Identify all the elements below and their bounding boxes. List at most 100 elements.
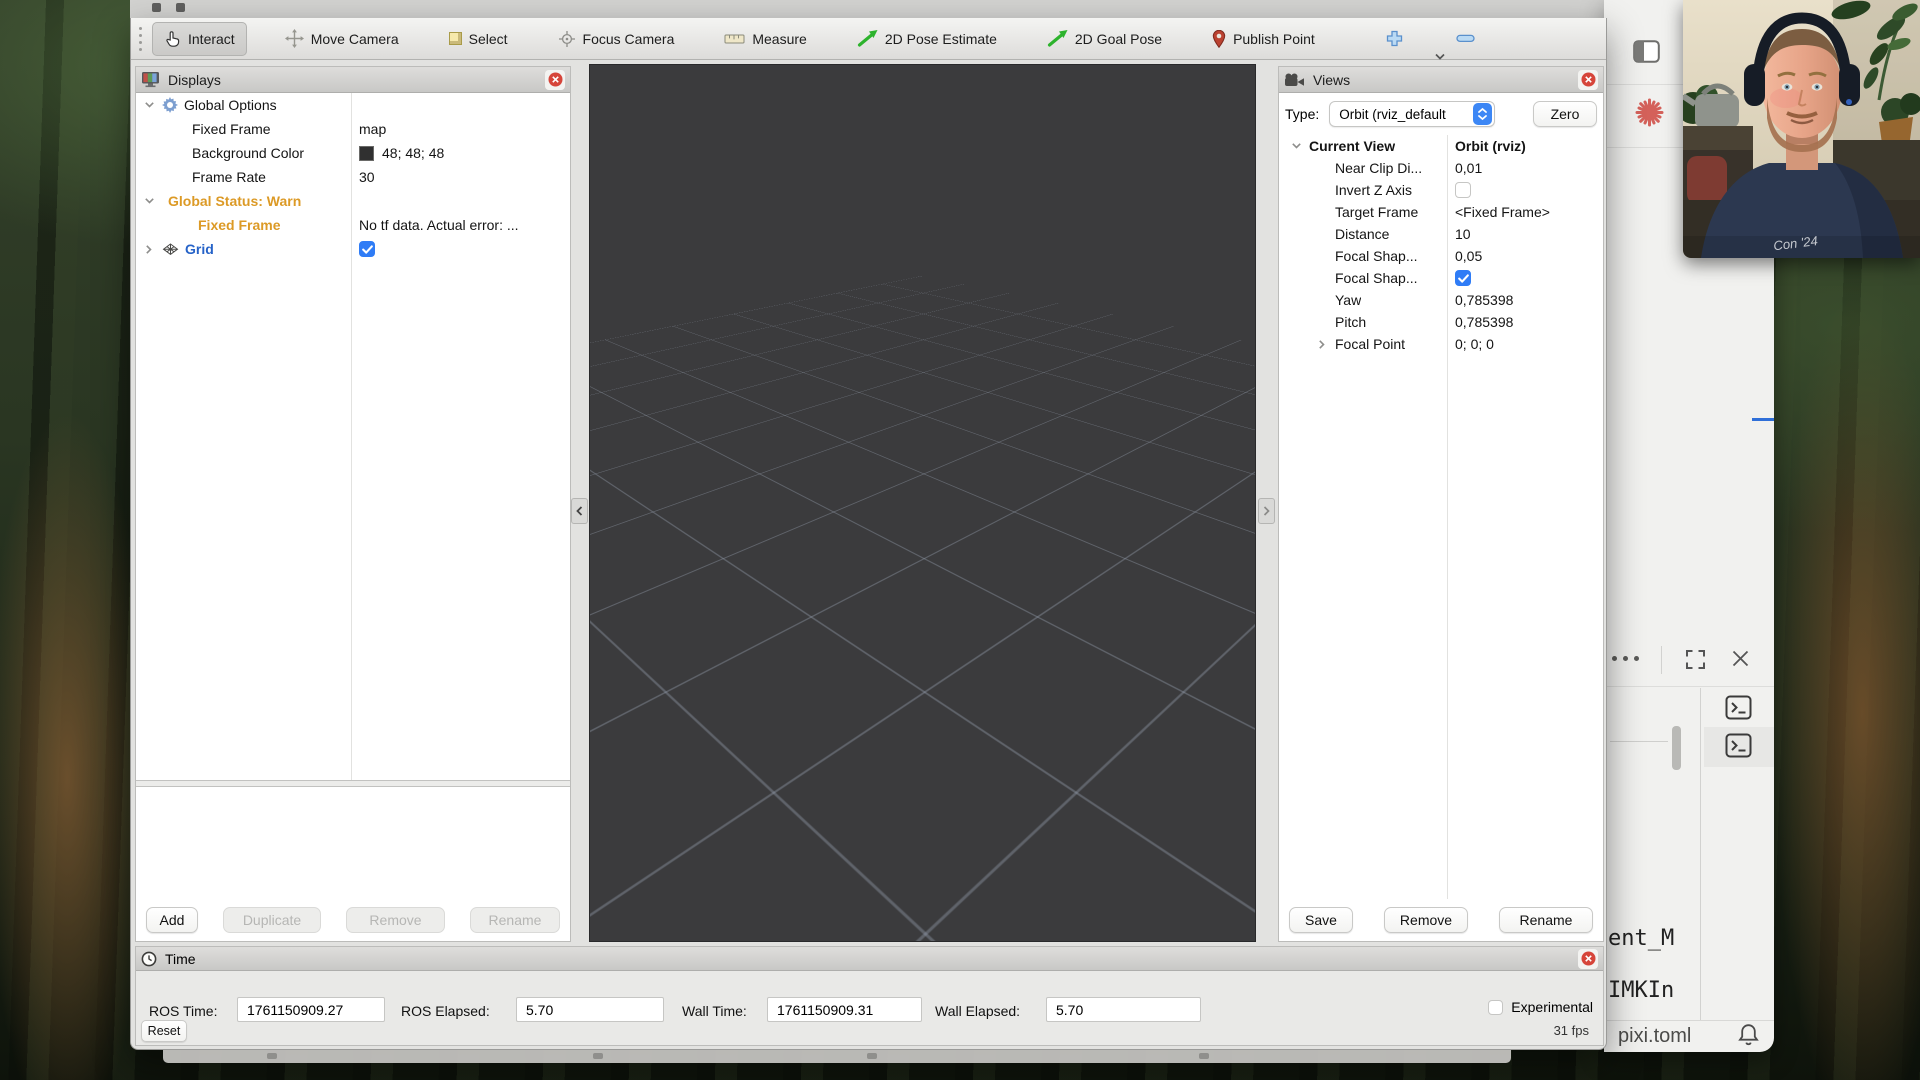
tool-measure[interactable]: Measure <box>712 22 818 56</box>
tool-label: Select <box>469 31 508 47</box>
duplicate-button[interactable]: Duplicate <box>223 907 321 933</box>
view-type-label: Type: <box>1285 106 1319 122</box>
expander-right-icon[interactable] <box>142 244 156 255</box>
displays-panel-title: Displays <box>168 72 221 88</box>
tree-row-current-view[interactable]: Current ViewOrbit (rviz) <box>1279 135 1603 157</box>
tree-row-background-color[interactable]: Background Color48; 48; 48 <box>136 141 570 165</box>
tree-row-invert-z-axis[interactable]: Invert Z Axis <box>1279 179 1603 201</box>
collapse-left-panel-button[interactable] <box>571 498 588 524</box>
property-label: Focal Shap... <box>1335 270 1418 286</box>
property-name: Background Color <box>136 145 351 161</box>
add-tool-button[interactable] <box>1385 29 1404 48</box>
displays-splitter[interactable] <box>136 780 570 787</box>
tool-focus-camera[interactable]: Focus Camera <box>546 22 687 56</box>
views-type-row: Type: Orbit (rviz_default Zero <box>1279 93 1603 135</box>
experimental-checkbox[interactable] <box>1488 1000 1503 1015</box>
desktop: ent_M IMKIn pixi.toml InteractMove Camer… <box>0 0 1920 1080</box>
views-panel-title: Views <box>1313 72 1350 88</box>
webcam-illustration: Con '24 <box>1683 0 1920 258</box>
remove-button[interactable]: Remove <box>346 907 445 933</box>
tree-row-global-status-warn[interactable]: Global Status: Warn <box>136 189 570 213</box>
time-field-value-ros-time[interactable]: 1761150909.27 <box>237 997 385 1022</box>
remove-tool-button[interactable] <box>1456 34 1475 43</box>
expander-right-icon[interactable] <box>1315 339 1329 350</box>
tree-row-near-clip-di[interactable]: Near Clip Di...0,01 <box>1279 157 1603 179</box>
fullscreen-icon[interactable] <box>1684 648 1707 676</box>
collapse-right-panel-button[interactable] <box>1258 498 1275 524</box>
views-close-button[interactable] <box>1578 70 1598 90</box>
property-label: Global Status: Warn <box>168 193 301 209</box>
time-panel-header[interactable]: Time <box>136 947 1603 971</box>
rename-button[interactable]: Rename <box>1499 907 1593 933</box>
sidebar-toggle-icon[interactable] <box>1633 40 1660 68</box>
checkbox-checked[interactable] <box>1455 270 1471 286</box>
tree-row-focal-shap[interactable]: Focal Shap... <box>1279 267 1603 289</box>
blue-divider <box>1752 418 1774 421</box>
viewport-3d[interactable] <box>589 64 1256 942</box>
checkbox-checked[interactable] <box>359 241 375 257</box>
rviz-window: Interact Move Camera Select Focus Camera Mea… <box>130 18 1607 1050</box>
value-text: Orbit (rviz) <box>1455 138 1526 154</box>
time-field-value-wall-time[interactable]: 1761150909.31 <box>767 997 922 1022</box>
close-icon[interactable] <box>1730 648 1751 674</box>
displays-panel: Displays Global OptionsFixed FramemapBac… <box>135 66 571 942</box>
tree-row-fixed-frame[interactable]: Fixed Framemap <box>136 117 570 141</box>
toolbar-overflow-chevron-icon[interactable] <box>1434 48 1446 66</box>
rename-button[interactable]: Rename <box>470 907 560 933</box>
tool-interact[interactable]: Interact <box>152 22 247 56</box>
reset-button[interactable]: Reset <box>141 1020 187 1042</box>
views-panel-header[interactable]: Views <box>1279 67 1603 93</box>
tree-row-pitch[interactable]: Pitch0,785398 <box>1279 311 1603 333</box>
tree-row-yaw[interactable]: Yaw0,785398 <box>1279 289 1603 311</box>
toolbar-drag-handle[interactable] <box>139 27 142 51</box>
terminal-icon[interactable] <box>1725 695 1752 725</box>
property-label: Invert Z Axis <box>1335 182 1412 198</box>
views-panel: Views Type: Orbit (rviz_default Zero Cur… <box>1278 66 1604 942</box>
window-control-mark <box>152 3 161 12</box>
property-name: Focal Point <box>1279 336 1447 352</box>
displays-close-button[interactable] <box>545 70 565 90</box>
save-button[interactable]: Save <box>1289 907 1353 933</box>
property-name: Pitch <box>1279 314 1447 330</box>
tree-row-fixed-frame[interactable]: Fixed FrameNo tf data. Actual error: ... <box>136 213 570 237</box>
property-value: 30 <box>351 169 570 185</box>
tree-row-grid[interactable]: Grid <box>136 237 570 261</box>
tool-move-camera[interactable]: Move Camera <box>273 22 411 56</box>
tool-select[interactable]: Select <box>437 22 520 56</box>
expander-down-icon[interactable] <box>142 197 156 205</box>
expander-down-icon[interactable] <box>142 101 156 109</box>
value-text: No tf data. Actual error: ... <box>359 217 519 233</box>
time-field-value-ros-elapsed[interactable]: 5.70 <box>516 997 664 1022</box>
view-type-select[interactable]: Orbit (rviz_default <box>1329 101 1495 127</box>
remove-button[interactable]: Remove <box>1384 907 1468 933</box>
asterisk-icon[interactable] <box>1635 98 1664 132</box>
tool-publish-point[interactable]: Publish Point <box>1200 22 1327 56</box>
zero-button[interactable]: Zero <box>1533 101 1597 127</box>
tree-row-focal-point[interactable]: Focal Point0; 0; 0 <box>1279 333 1603 355</box>
tree-row-global-options[interactable]: Global Options <box>136 93 570 117</box>
property-value: 48; 48; 48 <box>351 145 570 161</box>
add-button[interactable]: Add <box>146 907 198 933</box>
displays-buttons: Add Duplicate Remove Rename <box>136 899 570 941</box>
checkbox-unchecked[interactable] <box>1455 182 1471 198</box>
property-name: Frame Rate <box>136 169 351 185</box>
scrollbar-thumb[interactable] <box>1672 726 1681 770</box>
grid-icon <box>162 243 179 256</box>
tool-2d-pose-estimate[interactable]: 2D Pose Estimate <box>845 22 1009 56</box>
displays-panel-header[interactable]: Displays <box>136 67 570 93</box>
tree-row-frame-rate[interactable]: Frame Rate30 <box>136 165 570 189</box>
terminal-icon[interactable] <box>1725 733 1752 763</box>
tree-row-distance[interactable]: Distance10 <box>1279 223 1603 245</box>
tool-2d-goal-pose[interactable]: 2D Goal Pose <box>1035 22 1174 56</box>
tree-row-focal-shap[interactable]: Focal Shap...0,05 <box>1279 245 1603 267</box>
background-window-top-strip <box>130 0 1606 18</box>
bell-icon[interactable] <box>1737 1022 1760 1052</box>
time-close-button[interactable] <box>1578 949 1598 969</box>
tree-row-target-frame[interactable]: Target Frame<Fixed Frame> <box>1279 201 1603 223</box>
expander-down-icon[interactable] <box>1289 142 1303 150</box>
time-field-value-wall-elapsed[interactable]: 5.70 <box>1046 997 1201 1022</box>
displays-monitor-icon <box>141 71 160 88</box>
property-value: 0,785398 <box>1447 314 1603 330</box>
code-text: IMKIn <box>1608 978 1674 1003</box>
more-options-icon[interactable] <box>1612 656 1639 661</box>
